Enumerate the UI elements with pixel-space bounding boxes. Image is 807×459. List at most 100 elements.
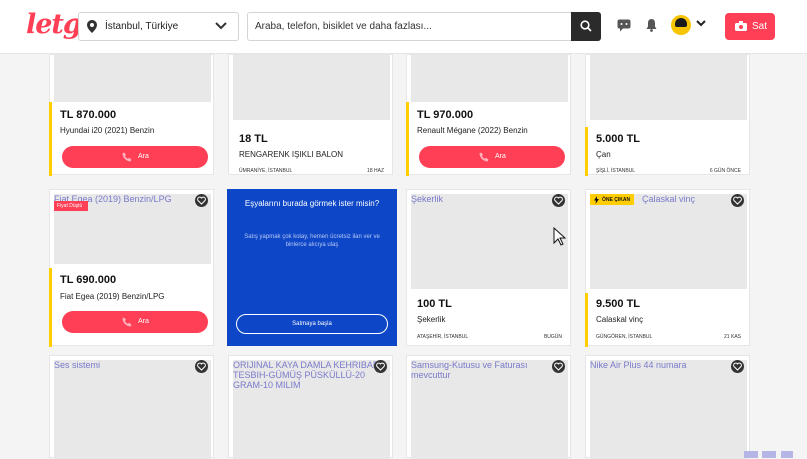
call-button[interactable]: Ara (62, 311, 208, 333)
heart-icon (376, 362, 385, 371)
listing-price: TL 870.000 (60, 109, 117, 121)
listing-price: TL 970.000 (417, 109, 474, 121)
listing-image[interactable] (54, 55, 211, 102)
listing-title: Hyundai i20 (2021) Benzin (60, 126, 155, 135)
listing-date: 21 KAS (724, 334, 741, 340)
listing-title: Renault Mégane (2022) Benzin (417, 126, 528, 135)
favorite-button[interactable] (731, 360, 744, 373)
image-alt-text: Şekerlik (411, 194, 444, 204)
search-button[interactable] (571, 12, 601, 41)
image-alt-text: Çalaskal vinç (642, 194, 696, 204)
favorite-button[interactable] (731, 194, 744, 207)
heart-icon (197, 196, 206, 205)
mouse-cursor-icon (553, 227, 566, 246)
listing-price: TL 690.000 (60, 274, 117, 286)
pagination-dot[interactable] (781, 451, 793, 458)
listing-card[interactable]: Fiat Egea (2019) Benzin/LPG Fiyat Düştü … (49, 189, 214, 347)
image-alt-text: Ses sistemi (54, 360, 101, 370)
call-button[interactable]: Ara (419, 146, 565, 168)
featured-bar (585, 127, 588, 176)
listing-date: 6 GÜN ÖNCE (709, 168, 741, 174)
listing-price: 100 TL (417, 298, 452, 310)
favorite-button[interactable] (552, 360, 565, 373)
featured-bar (49, 102, 52, 176)
phone-icon (479, 152, 489, 162)
phone-icon (122, 152, 132, 162)
favorite-button[interactable] (374, 360, 387, 373)
listing-title: RENGARENK IŞIKLI BALON (239, 150, 344, 159)
listing-title: Calaskal vinç (596, 315, 644, 324)
listing-title: Şekerlik (417, 315, 446, 324)
listing-title: Çan (596, 150, 611, 159)
image-alt-text: Nike Air Plus 44 numara (590, 360, 687, 370)
price-drop-tag: Fiyat Düştü (54, 201, 88, 211)
listing-price: 5.000 TL (596, 133, 641, 145)
search-bar[interactable]: Araba, telefon, bisiklet ve daha fazlası… (247, 12, 601, 41)
listing-card[interactable]: Ses sistemi (49, 355, 214, 459)
camera-icon (735, 21, 747, 31)
avatar-face (675, 18, 687, 27)
pagination-dot[interactable] (744, 451, 758, 458)
listing-location: ŞİŞLİ, İSTANBUL (596, 168, 636, 174)
heart-icon (554, 362, 563, 371)
listing-card[interactable]: Şekerlik 100 TL Şekerlik ATAŞEHİR, İSTAN… (406, 189, 571, 346)
listing-card[interactable]: Nike Air Plus 44 numara (585, 355, 750, 459)
listing-card[interactable]: Çalaskal vinç ÖNE ÇIKAN 9.500 TL Calaska… (585, 189, 750, 347)
heart-icon (733, 196, 742, 205)
listing-image[interactable] (590, 55, 747, 120)
location-pin-icon (87, 20, 97, 33)
location-text: İstanbul, Türkiye (105, 21, 179, 32)
listing-location: ATAŞEHİR, İSTANBUL (417, 334, 469, 340)
search-input[interactable]: Araba, telefon, bisiklet ve daha fazlası… (255, 21, 432, 32)
listing-date: BUGÜN (543, 334, 562, 340)
listing-price: 9.500 TL (596, 298, 641, 310)
heart-icon (733, 362, 742, 371)
chat-icon[interactable] (617, 19, 631, 32)
featured-bar (585, 293, 588, 347)
listing-image[interactable] (54, 360, 211, 459)
listing-image[interactable] (411, 194, 568, 289)
bell-icon[interactable] (646, 19, 657, 32)
phone-icon (122, 317, 132, 327)
chevron-down-icon (215, 22, 227, 30)
avatar[interactable] (671, 15, 691, 35)
heart-icon (554, 196, 563, 205)
location-selector[interactable]: İstanbul, Türkiye (78, 12, 239, 41)
sell-label: Sat (752, 21, 768, 32)
favorite-button[interactable] (195, 360, 208, 373)
listing-image[interactable] (590, 194, 747, 289)
featured-bar (406, 102, 409, 176)
lightning-icon (594, 196, 599, 204)
listing-card[interactable]: 5.000 TL Çan ŞİŞLİ, İSTANBUL 6 GÜN ÖNCE (585, 54, 750, 176)
image-alt-text: Samsung-Kutusu ve Faturası mevcuttur (411, 360, 528, 380)
listing-price: 18 TL (239, 133, 268, 145)
chevron-down-icon[interactable] (696, 20, 706, 27)
listing-card[interactable]: TL 870.000 Hyundai i20 (2021) Benzin Ara (49, 54, 214, 176)
call-label: Ara (138, 318, 149, 325)
favorite-button[interactable] (552, 194, 565, 207)
listing-date: 18 HAZ (367, 168, 384, 174)
favorite-button[interactable] (195, 194, 208, 207)
call-button[interactable]: Ara (62, 146, 208, 168)
listing-title: Fiat Egea (2019) Benzin/LPG (60, 292, 165, 301)
start-selling-button[interactable]: Satmaya başla (236, 314, 388, 334)
heart-icon (197, 362, 206, 371)
listing-image[interactable] (411, 55, 568, 102)
listing-location: ÜMRANİYE, İSTANBUL (239, 168, 293, 174)
listing-image[interactable] (590, 360, 747, 459)
promo-card: Eşyalarını burada görmek ister misin? Sa… (227, 189, 397, 346)
listing-card[interactable]: ORIJINAL KAYA DAMLA KEHRIBAR TESBIH-GÜMÜ… (228, 355, 393, 459)
call-label: Ara (495, 153, 506, 160)
listing-card[interactable]: Samsung-Kutusu ve Faturası mevcuttur (406, 355, 571, 459)
promo-title: Eşyalarını burada görmek ister misin? (244, 199, 380, 208)
featured-bar (49, 268, 52, 347)
listing-image[interactable] (233, 55, 390, 120)
pagination-dot[interactable] (762, 451, 776, 458)
sell-button[interactable]: Sat (725, 13, 775, 40)
listing-card[interactable]: TL 970.000 Renault Mégane (2022) Benzin … (406, 54, 571, 176)
call-label: Ara (138, 153, 149, 160)
featured-badge-label: ÖNE ÇIKAN (602, 197, 631, 203)
featured-badge: ÖNE ÇIKAN (590, 194, 635, 205)
listing-card[interactable]: 18 TL RENGARENK IŞIKLI BALON ÜMRANİYE, İ… (228, 54, 393, 175)
listing-location: GÜNGÖREN, İSTANBUL (596, 334, 653, 340)
